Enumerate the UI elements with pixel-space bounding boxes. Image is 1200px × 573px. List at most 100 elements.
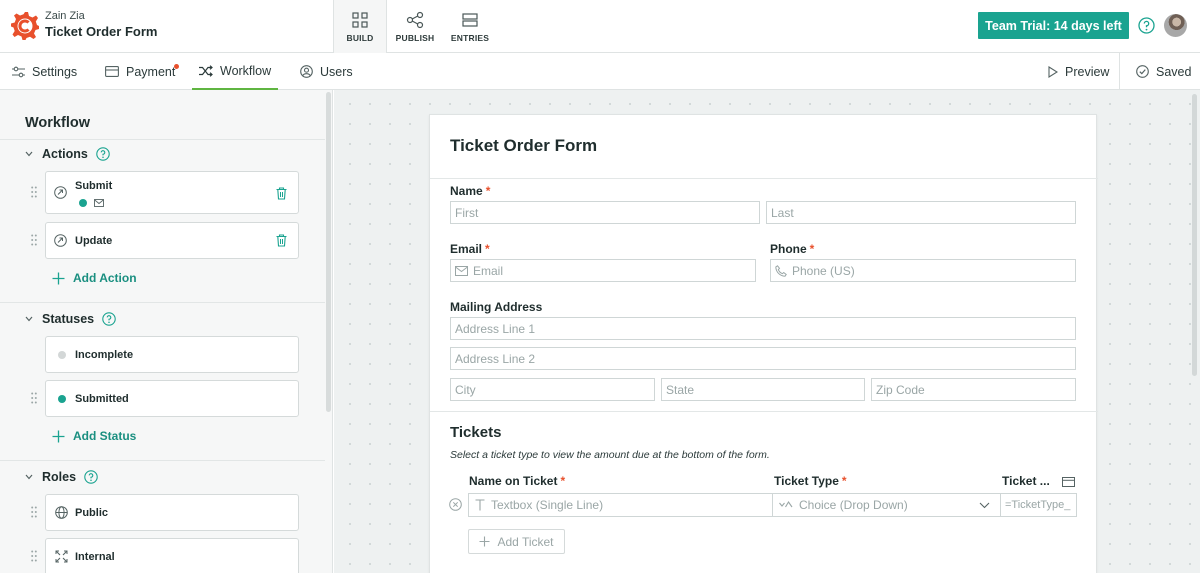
status-card-submitted[interactable]: Submitted — [45, 380, 299, 417]
ticket-type-field-type: Choice (Drop Down) — [799, 498, 908, 512]
internal-icon — [55, 550, 68, 563]
sliders-icon — [12, 66, 25, 77]
role-public-label: Public — [75, 507, 109, 519]
drag-handle-icon[interactable] — [31, 550, 37, 562]
users-tab[interactable]: Users — [300, 53, 353, 90]
phone-field-label: Phone * — [770, 242, 815, 256]
last-name-input[interactable]: Last — [766, 201, 1076, 224]
trial-button[interactable]: Team Trial: 14 days left — [978, 12, 1129, 39]
actions-section-header[interactable]: Actions — [25, 147, 110, 161]
state-input[interactable]: State — [661, 378, 865, 401]
workflow-tab-label: Workflow — [220, 63, 272, 78]
form-preview: Ticket Order Form Name * First Last Email… — [429, 114, 1098, 573]
add-ticket-button[interactable]: Add Ticket — [468, 529, 565, 554]
tickets-section-description: Select a ticket type to view the amount … — [450, 449, 770, 461]
action-card-submit[interactable]: Submit — [45, 171, 299, 214]
play-icon — [1048, 65, 1058, 78]
sidebar-divider — [0, 139, 325, 140]
payment-alert-badge — [174, 64, 179, 69]
top-bar: Zain Zia Ticket Order Form BUILD PUBLISH — [0, 0, 1200, 54]
drag-handle-icon[interactable] — [31, 392, 37, 404]
check-circle-icon — [1136, 65, 1149, 78]
status-submitted-label: Submitted — [75, 393, 129, 405]
drag-handle-icon[interactable] — [31, 234, 37, 246]
name-on-ticket-field-type: Textbox (Single Line) — [491, 498, 604, 512]
payment-tab-label: Payment — [126, 64, 176, 79]
help-icon[interactable] — [1138, 17, 1155, 34]
email-input[interactable]: Email — [450, 259, 756, 282]
roles-section-header[interactable]: Roles — [25, 470, 98, 484]
help-icon[interactable] — [102, 312, 116, 326]
card-icon — [105, 66, 119, 77]
name-field-label: Name * — [450, 184, 491, 198]
ticket-type-cell[interactable]: Choice (Drop Down) — [772, 493, 1001, 517]
statuses-section-header[interactable]: Statuses — [25, 312, 116, 326]
address-line2-input[interactable]: Address Line 2 — [450, 347, 1076, 370]
address-line1-input[interactable]: Address Line 1 — [450, 317, 1076, 340]
canvas-scrollbar[interactable] — [1192, 94, 1197, 376]
name-on-ticket-cell[interactable]: Textbox (Single Line) — [468, 493, 773, 517]
user-avatar[interactable] — [1164, 14, 1187, 37]
settings-tab[interactable]: Settings — [12, 53, 77, 90]
add-action-button[interactable]: Add Action — [52, 271, 137, 285]
sidebar-title: Workflow — [25, 115, 90, 131]
preview-button[interactable]: Preview — [1048, 53, 1109, 90]
form-section-divider — [430, 411, 1098, 412]
build-grid-icon — [352, 12, 368, 28]
chevron-down-icon — [25, 474, 33, 480]
email-field-label: Email * — [450, 242, 490, 256]
phone-input[interactable]: Phone (US) — [770, 259, 1076, 282]
ticket-amount-cell[interactable]: =TicketType_ — [1000, 493, 1077, 517]
status-card-incomplete[interactable]: Incomplete — [45, 336, 299, 373]
drag-handle-icon[interactable] — [31, 506, 37, 518]
chevron-down-icon — [979, 502, 990, 509]
trash-icon[interactable] — [276, 234, 287, 247]
action-update-label: Update — [75, 235, 113, 247]
organization-name: Zain Zia — [45, 10, 85, 22]
payment-tab[interactable]: Payment — [105, 53, 175, 90]
actions-section-label: Actions — [42, 147, 88, 161]
build-tab[interactable]: BUILD — [333, 0, 387, 54]
sidebar-scrollbar[interactable] — [326, 92, 331, 412]
share-icon — [406, 11, 424, 28]
column-header-ticket-amount: Ticket ... — [1002, 474, 1050, 488]
incomplete-status-dot — [58, 351, 66, 359]
sub-navigation: Settings Payment Workflow Users Preview — [0, 53, 1200, 90]
add-status-label: Add Status — [73, 429, 137, 443]
app-logo-icon — [11, 12, 39, 40]
form-title[interactable]: Ticket Order Form — [450, 136, 597, 156]
help-icon[interactable] — [96, 147, 110, 161]
plus-icon — [52, 272, 65, 284]
form-divider — [430, 178, 1098, 179]
role-internal-label: Internal — [75, 551, 115, 563]
submitted-status-dot — [79, 199, 87, 207]
city-input[interactable]: City — [450, 378, 655, 401]
column-header-ticket-type: Ticket Type * — [774, 474, 847, 488]
settings-tab-label: Settings — [32, 64, 78, 79]
textbox-icon — [475, 499, 485, 511]
role-card-internal[interactable]: Internal — [45, 538, 299, 573]
entries-tab[interactable]: ENTRIES — [443, 0, 497, 53]
table-settings-icon[interactable] — [1062, 477, 1075, 487]
status-incomplete-label: Incomplete — [75, 349, 134, 361]
publish-tab[interactable]: PUBLISH — [387, 0, 443, 53]
zip-code-input[interactable]: Zip Code — [871, 378, 1076, 401]
email-placeholder: Email — [473, 263, 504, 278]
phone-placeholder: Phone (US) — [792, 263, 855, 278]
sidebar-divider — [0, 460, 325, 461]
trash-icon[interactable] — [276, 187, 287, 200]
action-card-update[interactable]: Update — [45, 222, 299, 259]
role-card-public[interactable]: Public — [45, 494, 299, 531]
mailing-address-label: Mailing Address — [450, 300, 543, 314]
build-tab-label: BUILD — [346, 33, 374, 43]
preview-label: Preview — [1065, 64, 1110, 79]
remove-row-icon[interactable] — [449, 498, 462, 511]
users-tab-label: Users — [320, 64, 353, 79]
first-name-input[interactable]: First — [450, 201, 760, 224]
user-circle-icon — [300, 65, 313, 78]
add-status-button[interactable]: Add Status — [52, 429, 136, 443]
help-icon[interactable] — [84, 470, 98, 484]
app-title[interactable]: Ticket Order Form — [45, 24, 157, 39]
drag-handle-icon[interactable] — [31, 186, 37, 198]
workflow-tab[interactable]: Workflow — [192, 53, 279, 90]
